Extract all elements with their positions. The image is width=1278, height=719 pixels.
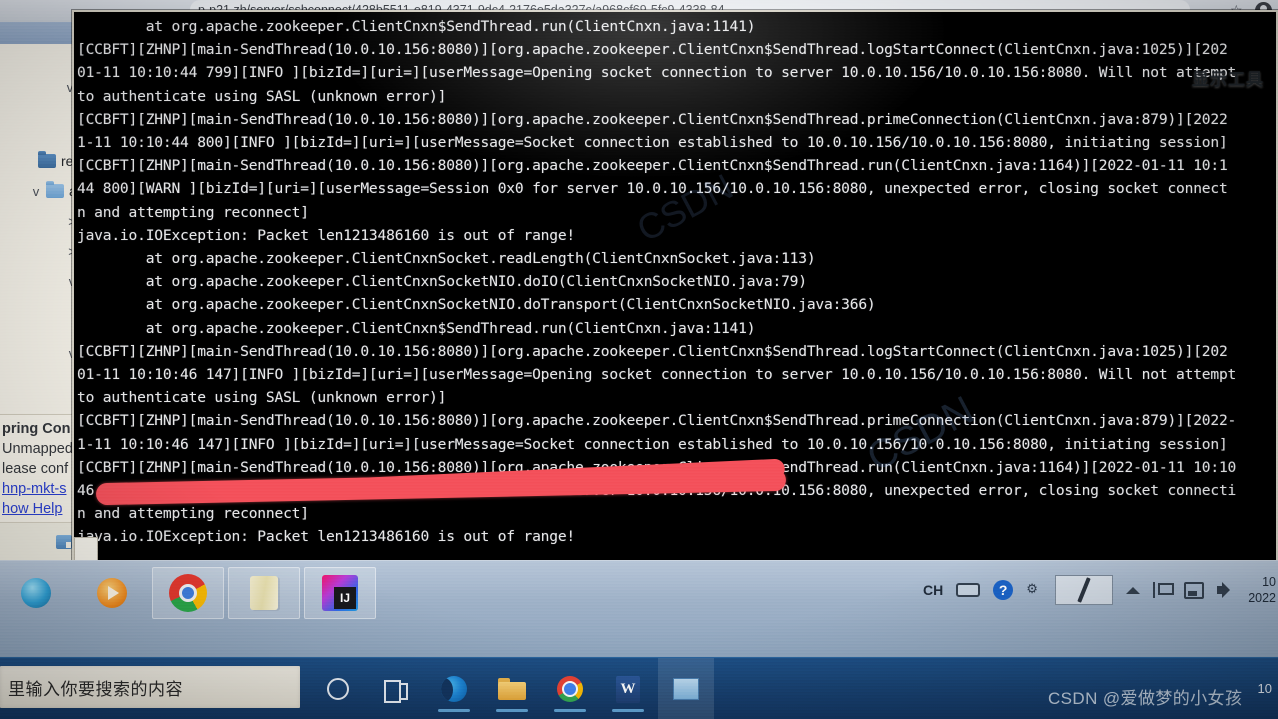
inner-taskbar-buttons <box>0 565 376 621</box>
inner-clock-date: 2022 <box>1248 591 1276 605</box>
inner-system-tray: CH ? ⚙ 10 2022 <box>923 565 1276 615</box>
ie-button[interactable] <box>0 567 72 619</box>
window-icon <box>673 678 699 700</box>
globe-icon <box>21 578 51 608</box>
console-line: 44 800][WARN ][bizId=][uri=][userMessage… <box>77 180 1228 198</box>
inner-clock-time: 10 <box>1262 574 1276 589</box>
monitor-screen: p-p21.zh/server/sshconnect/428b5511-e819… <box>0 0 1278 660</box>
task-view-button[interactable] <box>368 658 424 719</box>
running-indicator <box>554 709 586 712</box>
documents-icon <box>250 576 278 610</box>
show-hidden-icons-icon[interactable] <box>1126 586 1141 594</box>
inner-clock[interactable]: 10 2022 <box>1248 574 1276 607</box>
chevron-down-icon[interactable]: v <box>26 184 46 199</box>
windows-clock[interactable]: 10 <box>1258 680 1272 698</box>
console-line: n and attempting reconnect] <box>77 203 309 221</box>
word-icon: W <box>616 675 640 703</box>
running-indicator <box>438 709 470 712</box>
running-indicator <box>496 709 528 712</box>
intellij-button[interactable] <box>304 567 376 619</box>
console-line: [CCBFT][ZHNP][main-SendThread(10.0.10.15… <box>77 412 1237 430</box>
keyboard-icon[interactable] <box>956 583 981 597</box>
console-line: java.io.IOException: Packet len121348616… <box>77 528 575 546</box>
windows-search-placeholder: 里输入你要搜索的内容 <box>8 679 183 699</box>
file-explorer-button[interactable] <box>484 658 540 719</box>
action-center-flag-icon[interactable] <box>1153 582 1175 598</box>
chrome-icon <box>169 574 207 612</box>
chrome-button[interactable] <box>542 658 598 719</box>
console-line: at org.apache.zookeeper.ClientCnxn$SendT… <box>77 319 756 337</box>
taskbar-buttons: W <box>310 658 714 719</box>
chrome-button[interactable] <box>152 567 224 619</box>
windows-clock-time: 10 <box>1257 681 1272 697</box>
console-line: 01-11 10:10:44 799][INFO ][bizId=][uri=]… <box>77 64 1237 82</box>
console-line: to authenticate using SASL (unknown erro… <box>77 389 447 407</box>
running-indicator <box>612 709 644 712</box>
console-line: to authenticate using SASL (unknown erro… <box>77 87 447 105</box>
chrome-icon <box>557 676 583 702</box>
java-icon <box>56 535 72 549</box>
console-line: [CCBFT][ZHNP][main-SendThread(10.0.10.15… <box>77 157 1228 175</box>
show-toolbar-overlay-label: 显示工具 <box>1192 70 1264 89</box>
word-button[interactable]: W <box>600 658 656 719</box>
edge-button[interactable] <box>426 658 482 719</box>
volume-icon[interactable] <box>1217 581 1235 599</box>
cortana-icon <box>327 678 349 700</box>
resources-folder-icon <box>38 151 56 168</box>
edge-icon <box>441 676 467 702</box>
active-window-button[interactable] <box>658 658 714 719</box>
console-line: [CCBFT][ZHNP][main-SendThread(10.0.10.15… <box>77 41 1228 59</box>
vlc-button[interactable] <box>76 567 148 619</box>
console-line: [CCBFT][ZHNP][main-SendThread(10.0.10.15… <box>77 342 1228 360</box>
console-line: 1-11 10:10:46 147][INFO ][bizId=][uri=][… <box>77 435 1228 453</box>
pen-icon <box>1077 577 1091 603</box>
pen-tool-button[interactable] <box>1055 575 1114 605</box>
inner-windows-taskbar: CH ? ⚙ 10 2022 <box>0 560 1278 660</box>
console-line: 01-11 10:10:46 147][INFO ][bizId=][uri=]… <box>77 366 1237 384</box>
help-icon[interactable]: ? <box>993 580 1014 600</box>
console-line: at org.apache.zookeeper.ClientCnxn$SendT… <box>77 18 756 35</box>
console-line: at org.apache.zookeeper.ClientCnxnSocket… <box>77 296 876 314</box>
intellij-icon <box>322 575 358 611</box>
console-line: at org.apache.zookeeper.ClientCnxnSocket… <box>77 273 807 291</box>
console-line: at org.apache.zookeeper.ClientCnxnSocket… <box>77 250 816 268</box>
ime-settings-icon[interactable]: ⚙ <box>1026 582 1042 598</box>
folder-icon <box>498 678 526 700</box>
ime-indicator[interactable]: CH <box>923 582 943 598</box>
console-line: n and attempting reconnect] <box>77 505 309 523</box>
console-line: 1-11 10:10:44 800][INFO ][bizId=][uri=][… <box>77 134 1228 152</box>
console-line: java.io.IOException: Packet len121348616… <box>77 226 575 244</box>
cortana-button[interactable] <box>310 658 366 719</box>
screen-photo: p-p21.zh/server/sshconnect/428b5511-e819… <box>0 0 1278 719</box>
windows-search-box[interactable]: 里输入你要搜索的内容 <box>0 666 300 708</box>
vlc-icon <box>97 578 127 608</box>
console-line: [CCBFT][ZHNP][main-SendThread(10.0.10.15… <box>77 110 1228 128</box>
task-view-icon <box>384 679 408 703</box>
windows-system-tray: 10 <box>1258 658 1272 719</box>
papers-button[interactable] <box>228 567 300 619</box>
folder-icon <box>46 181 64 198</box>
network-icon[interactable] <box>1184 581 1205 599</box>
csdn-watermark: CSDN @爱做梦的小女孩 <box>1048 689 1243 708</box>
